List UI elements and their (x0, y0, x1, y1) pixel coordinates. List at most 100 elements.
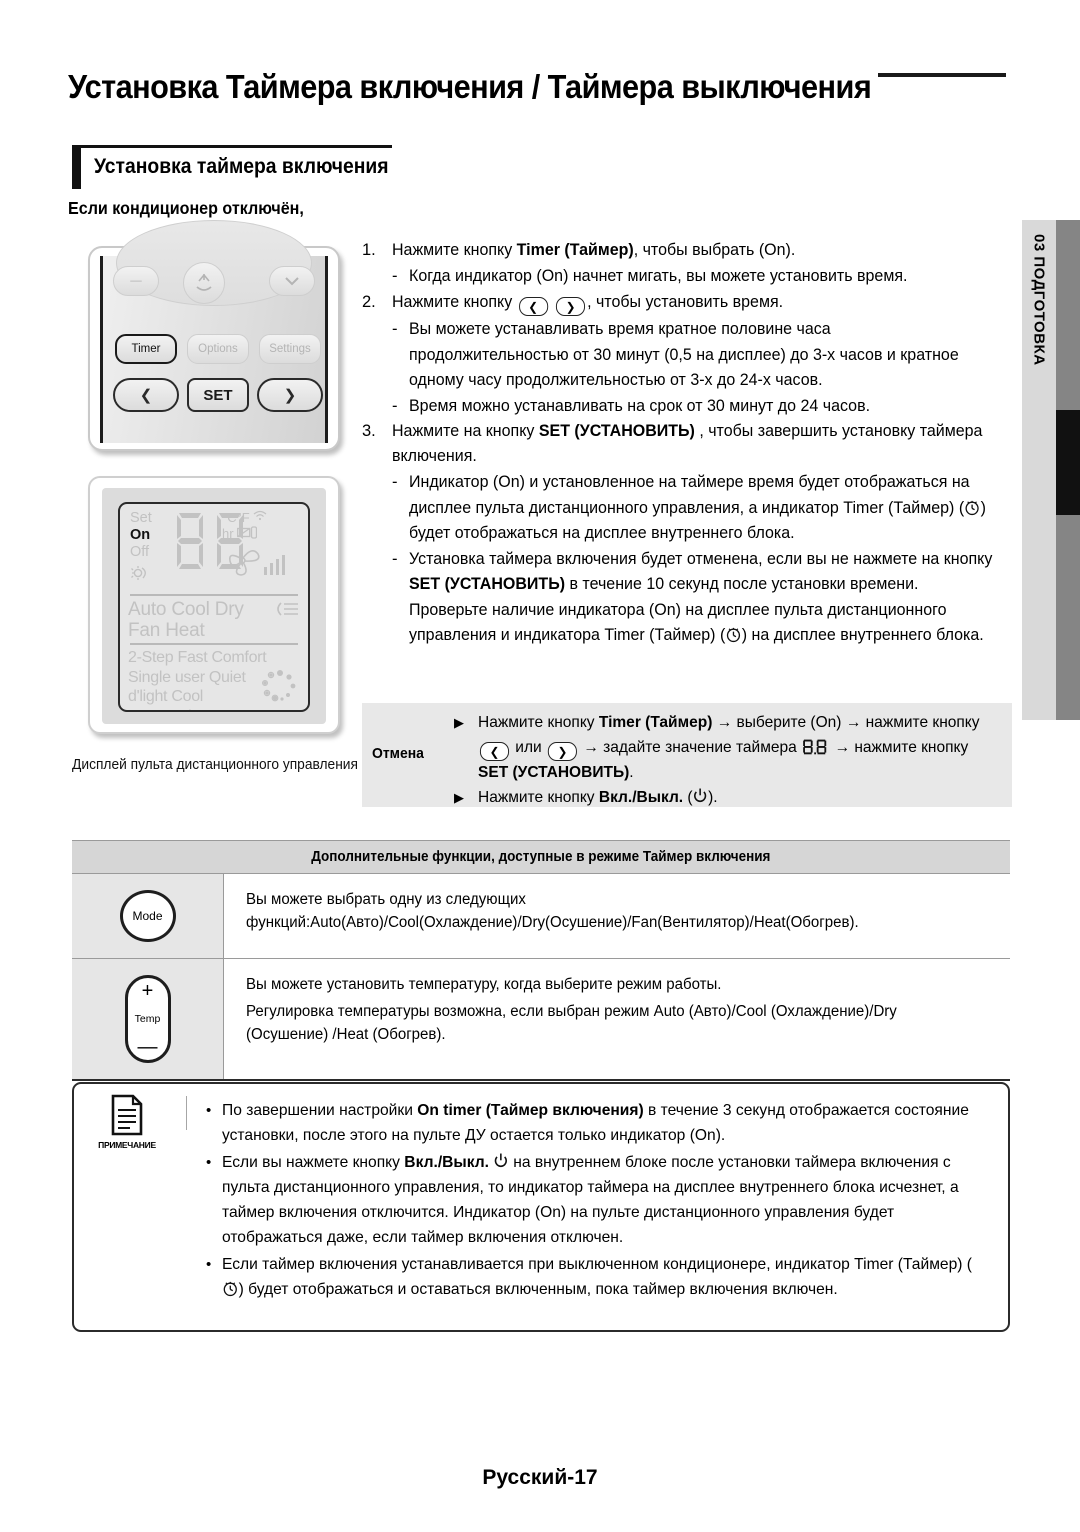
sub-step-text: Время можно устанавливать на срок от 30 … (409, 396, 871, 415)
temp-plus-label: + (141, 980, 154, 1002)
instruction-sub-step: - Вы можете устанавливать время кратное п… (362, 317, 1012, 394)
battery-icon (237, 526, 258, 539)
functions-table-row: + Temp — Вы можете установить температуру, … (72, 958, 1010, 1081)
lcd-modes-line-2: Fan Heat (128, 620, 205, 641)
page-title: Установка Таймера включения / Таймера вы… (68, 68, 872, 105)
cancel-instruction-box: Отмена ▶ Нажмите кнопку Timer (Таймер) → … (362, 703, 1012, 807)
functions-row-paragraph: Вы можете выбрать одну из следующих функ… (246, 891, 859, 931)
functions-row-text-cell: Вы можете установить температуру, когда … (224, 959, 1010, 1079)
note-item-text: Если таймер включения устанавливается пр… (222, 1256, 973, 1298)
lcd-display-illustration: Set On Off °C°F hr Auto Cool Dry Fan Hea… (88, 476, 340, 734)
lcd-mode-labels: Auto Cool Dry Fan Heat (128, 599, 300, 641)
wifi-icon (253, 510, 267, 521)
instruction-sub-step: - Индикатор (On) и установленное на тайме… (362, 470, 1012, 547)
functions-row-icon-cell: Mode (72, 874, 224, 958)
seven-segment-placeholder-icon (803, 739, 828, 755)
temp-button-icon: + Temp — (124, 975, 171, 1063)
instruction-sub-step: - Когда индикатор (On) начнет мигать, вы … (362, 264, 1012, 290)
section-bar (72, 145, 81, 189)
cancel-line-text: Нажмите кнопку Вкл./Выкл. (). (478, 788, 718, 806)
step-number: 1. (362, 241, 376, 259)
lcd-label-on: On (130, 527, 151, 543)
sleep-mode-icon (131, 566, 146, 580)
remote-minus-button: — (113, 266, 159, 296)
step-number: 2. (362, 292, 376, 311)
timer-icon (725, 626, 741, 643)
timer-icon (964, 499, 980, 516)
left-arrow-button-inline: ❮ (479, 742, 510, 761)
cancel-line-text: Нажмите кнопку Timer (Таймер) → выберите… (478, 714, 980, 781)
temp-label: Temp (134, 1013, 161, 1025)
note-icon-cell: ПРИМЕЧАНИЕ (84, 1094, 170, 1180)
note-item-text: По завершении настройки On timer (Таймер… (222, 1102, 969, 1144)
remote-control-illustration: — Timer Options Settings ❮ SET ❯ (88, 220, 340, 451)
lcd-divider-1 (130, 594, 298, 596)
cancel-lines: ▶ Нажмите кнопку Timer (Таймер) → выберит… (454, 711, 1002, 810)
lcd-unit-fahrenheit: °F (236, 510, 250, 525)
remote-options-button: Options (187, 334, 249, 364)
bullet-icon: • (206, 1102, 212, 1119)
note-label: ПРИМЕЧАНИЕ (98, 1140, 156, 1150)
step-text: Нажмите кнопку ❮ ❯, чтобы установить вре… (392, 290, 993, 316)
note-document-icon (111, 1094, 143, 1136)
header-rule (878, 73, 1006, 77)
sub-step-text: Установка таймера включения будет отмене… (409, 549, 993, 645)
instruction-sub-step: - Установка таймера включения будет отмен… (362, 547, 1012, 649)
step-text: Нажмите на кнопку SET (УСТАНОВИТЬ) , что… (392, 422, 983, 465)
remote-right-arrow-button: ❯ (257, 378, 323, 412)
step-text: Нажмите кнопку Timer (Таймер), чтобы выб… (392, 241, 796, 259)
functions-row-icon-cell: + Temp — (72, 959, 224, 1079)
lcd-units-row: °C°F (222, 510, 298, 525)
functions-table-row: Mode Вы можете выбрать одну из следующих … (72, 873, 1010, 958)
instruction-steps: 1. Нажмите кнопку Timer (Таймер), чтобы в… (362, 238, 1012, 649)
lcd-screen: Set On Off °C°F hr Auto Cool Dry Fan Hea… (118, 502, 310, 712)
instruction-step: 3. Нажмите на кнопку SET (УСТАНОВИТЬ) , ч… (362, 419, 1012, 469)
side-tab-text-wrap: 03 ПОДГОТОВКА (1022, 220, 1056, 720)
lcd-digit-1-icon (177, 513, 203, 569)
remote-settings-button: Settings (259, 334, 321, 364)
sub-step-text: Вы можете устанавливать время кратное по… (409, 320, 959, 389)
note-item: • Если вы нажмете кнопку Вкл./Выкл. на вн… (206, 1150, 992, 1250)
section-rule (72, 145, 392, 148)
chapter-side-tab: 03 ПОДГОТОВКА (1022, 220, 1080, 720)
lcd-option-labels: 2-Step Fast Comfort Single user Quiet d'… (128, 648, 300, 710)
lcd-label-set: Set (130, 510, 152, 526)
cancel-line: ▶ Нажмите кнопку Timer (Таймер) → выберит… (454, 711, 1002, 786)
lcd-right-icons: °C°F hr (222, 510, 298, 584)
temp-minus-label: — (137, 1036, 158, 1058)
sub-step-dash: - (392, 396, 398, 415)
sub-step-dash: - (392, 267, 398, 285)
functions-table-header: Дополнительные функции, доступные в режи… (72, 840, 1010, 873)
note-box: ПРИМЕЧАНИЕ • По завершении настройки On t… (72, 1082, 1010, 1332)
fan-speed-icon (228, 550, 285, 576)
power-icon (493, 1152, 509, 1168)
note-item: • По завершении настройки On timer (Тайме… (206, 1098, 992, 1148)
step-number: 3. (362, 422, 376, 440)
lcd-label-off: Off (130, 544, 150, 560)
lcd-options-line-1: 2-Step Fast Comfort (128, 649, 267, 666)
mode-button-icon: Mode (119, 890, 176, 942)
remote-chevron-down-button (269, 266, 315, 296)
note-item: • Если таймер включения устанавливается п… (206, 1252, 992, 1302)
sub-step-dash: - (392, 549, 398, 568)
instruction-step: 2. Нажмите кнопку ❮ ❯, чтобы установить в… (362, 290, 1012, 316)
note-item-text: Если вы нажмете кнопку Вкл./Выкл. на вну… (222, 1152, 959, 1246)
remote-face: — Timer Options Settings ❮ SET ❯ (100, 220, 328, 443)
lcd-unit-celsius: °C (222, 510, 237, 525)
sub-step-text: Индикатор (On) и установленное на таймер… (409, 473, 986, 542)
triangle-bullet-icon: ▶ (454, 715, 464, 730)
right-arrow-button-inline: ❯ (556, 297, 586, 316)
remote-timer-button: Timer (115, 334, 177, 364)
additional-functions-table: Дополнительные функции, доступные в режи… (72, 840, 1010, 1081)
functions-row-paragraph: Регулировка температуры возможна, если в… (246, 1003, 897, 1043)
bullet-icon: • (206, 1154, 212, 1171)
lcd-top-row: Set On Off °C°F hr (128, 510, 300, 592)
airflow-icon (277, 602, 298, 616)
remote-set-button: SET (187, 378, 249, 412)
page-footer: Русский-17 (482, 1466, 598, 1489)
lcd-divider-2 (130, 643, 298, 645)
functions-table-rows: Mode Вы можете выбрать одну из следующих … (72, 873, 1010, 1081)
timer-icon (222, 1280, 239, 1297)
sub-step-dash: - (392, 473, 398, 491)
sub-step-dash: - (392, 320, 398, 338)
